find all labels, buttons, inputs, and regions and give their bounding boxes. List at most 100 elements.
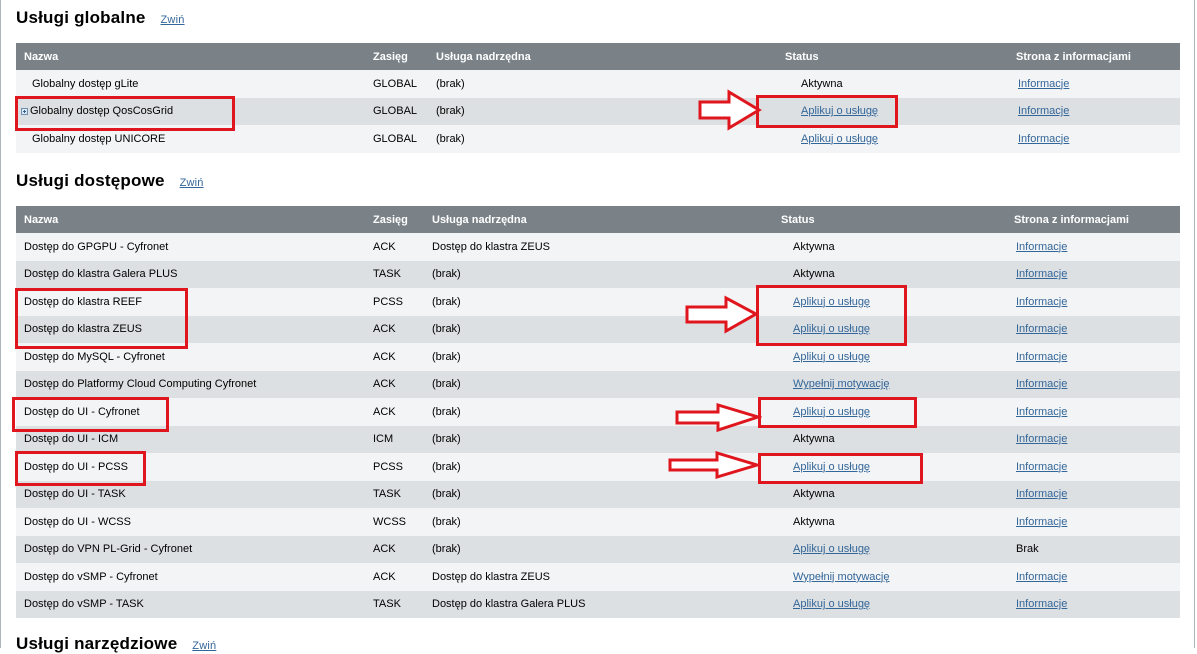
collapse-link-global[interactable]: Zwiń: [161, 14, 185, 26]
table-cell: Aplikuj o usługę: [773, 343, 1006, 371]
access-services-table: Nazwa Zasięg Usługa nadrzędna Status Str…: [16, 206, 1180, 618]
table-row: Dostęp do klastra ZEUS ACK (brak) Aplikuj o…: [16, 315, 1180, 343]
table-cell: Informacje: [1006, 425, 1180, 453]
table-cell: Aplikuj o usługę: [773, 315, 1006, 343]
status-action-link[interactable]: Wypełnij motywację: [793, 571, 890, 583]
parent-service-cell: (brak): [432, 433, 461, 446]
status-cell: Aktywna: [793, 240, 835, 253]
parent-service-cell: (brak): [436, 132, 465, 145]
table-cell: (brak): [424, 343, 773, 371]
collapse-link-access[interactable]: Zwiń: [180, 177, 204, 189]
table-cell: Brak: [1006, 535, 1180, 563]
table-cell: Aktywna: [777, 70, 1008, 98]
parent-service-cell: (brak): [432, 543, 461, 556]
table-cell: Aplikuj o usługę: [777, 125, 1008, 153]
status-action-link[interactable]: Aplikuj o usługę: [793, 296, 870, 308]
table-cell: ACK: [365, 563, 424, 591]
table-cell: Dostęp do klastra ZEUS: [16, 315, 365, 343]
table-cell: Dostęp do UI - Cyfronet: [16, 398, 365, 426]
table-cell: Aplikuj o usługę: [773, 535, 1006, 563]
info-link[interactable]: Informacje: [1016, 461, 1067, 473]
scope-cell: GLOBAL: [373, 77, 418, 90]
status-action-link[interactable]: Aplikuj o usługę: [793, 598, 870, 610]
table-cell: (brak): [424, 425, 773, 453]
table-cell: ACK: [365, 398, 424, 426]
info-link[interactable]: Informacje: [1016, 323, 1067, 335]
table-cell: Informacje: [1006, 480, 1180, 508]
col-header-name: Nazwa: [16, 43, 365, 70]
info-link[interactable]: Informacje: [1018, 133, 1069, 145]
service-name-cell: Dostęp do klastra ZEUS: [24, 323, 142, 336]
status-action-link[interactable]: Aplikuj o usługę: [793, 461, 870, 473]
table-cell: Dostęp do UI - WCSS: [16, 508, 365, 536]
col-header-parent: Usługa nadrzędna: [424, 206, 773, 233]
info-link[interactable]: Informacje: [1018, 105, 1069, 117]
status-action-link[interactable]: Aplikuj o usługę: [793, 543, 870, 555]
table-cell: Dostęp do UI - TASK: [16, 480, 365, 508]
table-cell: Dostęp do UI - ICM: [16, 425, 365, 453]
table-row: Dostęp do klastra REEF PCSS (brak) Aplikuj …: [16, 288, 1180, 316]
table-cell: Dostęp do vSMP - TASK: [16, 590, 365, 618]
status-action-link[interactable]: Aplikuj o usługę: [801, 133, 878, 145]
status-action-link[interactable]: Aplikuj o usługę: [801, 105, 878, 117]
table-cell: ACK: [365, 233, 424, 261]
scope-cell: ACK: [373, 570, 396, 583]
status-cell: Aktywna: [793, 488, 835, 501]
table-row: Dostęp do Platformy Cloud Computing Cyfr…: [16, 370, 1180, 398]
info-link[interactable]: Informacje: [1016, 488, 1067, 500]
scope-cell: WCSS: [373, 515, 406, 528]
status-cell: Aktywna: [801, 77, 843, 90]
parent-service-cell: (brak): [432, 378, 461, 391]
info-link[interactable]: Informacje: [1016, 378, 1067, 390]
status-cell: Aktywna: [793, 433, 835, 446]
table-cell: TASK: [365, 480, 424, 508]
parent-service-cell: (brak): [432, 515, 461, 528]
info-link[interactable]: Informacje: [1018, 78, 1069, 90]
status-action-link[interactable]: Aplikuj o usługę: [793, 351, 870, 363]
scope-cell: ACK: [373, 323, 396, 336]
info-link[interactable]: Informacje: [1016, 296, 1067, 308]
info-link[interactable]: Informacje: [1016, 571, 1067, 583]
table-cell: (brak): [424, 370, 773, 398]
info-link[interactable]: Informacje: [1016, 516, 1067, 528]
table-cell: Wypełnij motywację: [773, 370, 1006, 398]
status-action-link[interactable]: Wypełnij motywację: [793, 378, 890, 390]
table-cell: Dostęp do VPN PL-Grid - Cyfronet: [16, 535, 365, 563]
info-link[interactable]: Informacje: [1016, 433, 1067, 445]
table-cell: Dostęp do klastra ZEUS: [424, 563, 773, 591]
parent-service-cell: (brak): [432, 488, 461, 501]
table-row: Dostęp do UI - Cyfronet ACK (brak) Aplikuj …: [16, 398, 1180, 426]
table-cell: Informacje: [1006, 563, 1180, 591]
table-cell: Aktywna: [773, 260, 1006, 288]
access-services-body: Dostęp do GPGPU - Cyfronet ACK Dostęp do k…: [16, 233, 1180, 618]
table-row: Dostęp do GPGPU - Cyfronet ACK Dostęp do k…: [16, 233, 1180, 261]
collapse-link-tools[interactable]: Zwiń: [192, 640, 216, 652]
table-cell: TASK: [365, 260, 424, 288]
info-link[interactable]: Informacje: [1016, 406, 1067, 418]
table-cell: PCSS: [365, 288, 424, 316]
info-link[interactable]: Informacje: [1016, 268, 1067, 280]
table-cell: Informacje: [1006, 398, 1180, 426]
section-title-global: Usługi globalne Zwiń: [16, 8, 185, 28]
table-cell: (brak): [424, 398, 773, 426]
service-name-cell: Dostęp do UI - WCSS: [24, 515, 131, 528]
service-name-cell: Dostęp do VPN PL-Grid - Cyfronet: [24, 543, 193, 556]
table-cell: Informacje: [1008, 70, 1180, 98]
section-title-tools-text: Usługi narzędziowe: [16, 634, 178, 653]
status-action-link[interactable]: Aplikuj o usługę: [793, 406, 870, 418]
status-action-link[interactable]: Aplikuj o usługę: [793, 323, 870, 335]
status-cell: Aktywna: [793, 268, 835, 281]
global-services-table: Nazwa Zasięg Usługa nadrzędna Status Str…: [16, 43, 1180, 153]
info-link[interactable]: Informacje: [1016, 598, 1067, 610]
info-link[interactable]: Informacje: [1016, 241, 1067, 253]
table-cell: ACK: [365, 343, 424, 371]
table-header-row: Nazwa Zasięg Usługa nadrzędna Status Str…: [16, 43, 1180, 70]
table-row: Globalny dostęp UNICORE GLOBAL (brak) Aplik…: [16, 125, 1180, 153]
expand-plus-icon[interactable]: [21, 108, 28, 116]
table-cell: (brak): [424, 315, 773, 343]
info-link[interactable]: Informacje: [1016, 351, 1067, 363]
table-cell: Wypełnij motywację: [773, 563, 1006, 591]
table-cell: Aplikuj o usługę: [773, 398, 1006, 426]
table-cell: GLOBAL: [365, 125, 428, 153]
service-name-cell: Dostęp do vSMP - Cyfronet: [24, 570, 158, 583]
